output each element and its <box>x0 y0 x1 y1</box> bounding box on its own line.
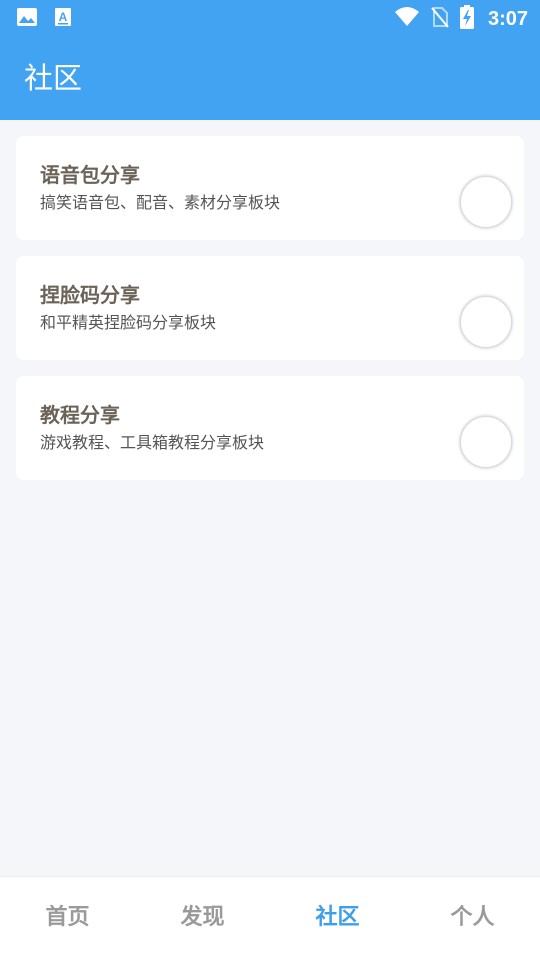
section-description: 游戏教程、工具箱教程分享板块 <box>40 433 265 452</box>
status-bar: A 3:07 <box>0 0 540 36</box>
section-description: 和平精英捏脸码分享板块 <box>40 313 217 332</box>
nav-item-home[interactable]: 首页 <box>0 877 135 961</box>
page-title: 社区 <box>24 61 83 95</box>
section-description: 搞笑语音包、配音、素材分享板块 <box>40 193 281 212</box>
section-list: 语音包分享 搞笑语音包、配音、素材分享板块 捏脸码分享 和平精英捏脸码分享板块 … <box>16 136 524 496</box>
section-title: 捏脸码分享 <box>40 283 140 307</box>
image-icon <box>16 7 38 31</box>
battery-charging-icon <box>459 5 474 33</box>
section-card-voice-pack[interactable]: 语音包分享 搞笑语音包、配音、素材分享板块 <box>16 136 524 240</box>
no-sim-icon <box>430 5 450 33</box>
app-header: A 3:07 社区 <box>0 0 540 120</box>
section-thumbnail[interactable] <box>460 416 512 468</box>
nav-item-discover[interactable]: 发现 <box>135 877 270 961</box>
nav-item-community[interactable]: 社区 <box>270 877 405 961</box>
section-card-tutorial[interactable]: 教程分享 游戏教程、工具箱教程分享板块 <box>16 376 524 480</box>
section-thumbnail[interactable] <box>460 176 512 228</box>
status-time: 3:07 <box>487 7 528 30</box>
bottom-nav: 首页 发现 社区 个人 <box>0 876 540 961</box>
section-title: 教程分享 <box>40 403 120 427</box>
nav-item-profile[interactable]: 个人 <box>405 877 540 961</box>
font-a-icon: A <box>54 7 72 31</box>
section-title: 语音包分享 <box>40 163 140 187</box>
svg-text:A: A <box>59 10 68 24</box>
section-card-face-code[interactable]: 捏脸码分享 和平精英捏脸码分享板块 <box>16 256 524 360</box>
section-thumbnail[interactable] <box>460 296 512 348</box>
wifi-icon <box>394 6 420 32</box>
